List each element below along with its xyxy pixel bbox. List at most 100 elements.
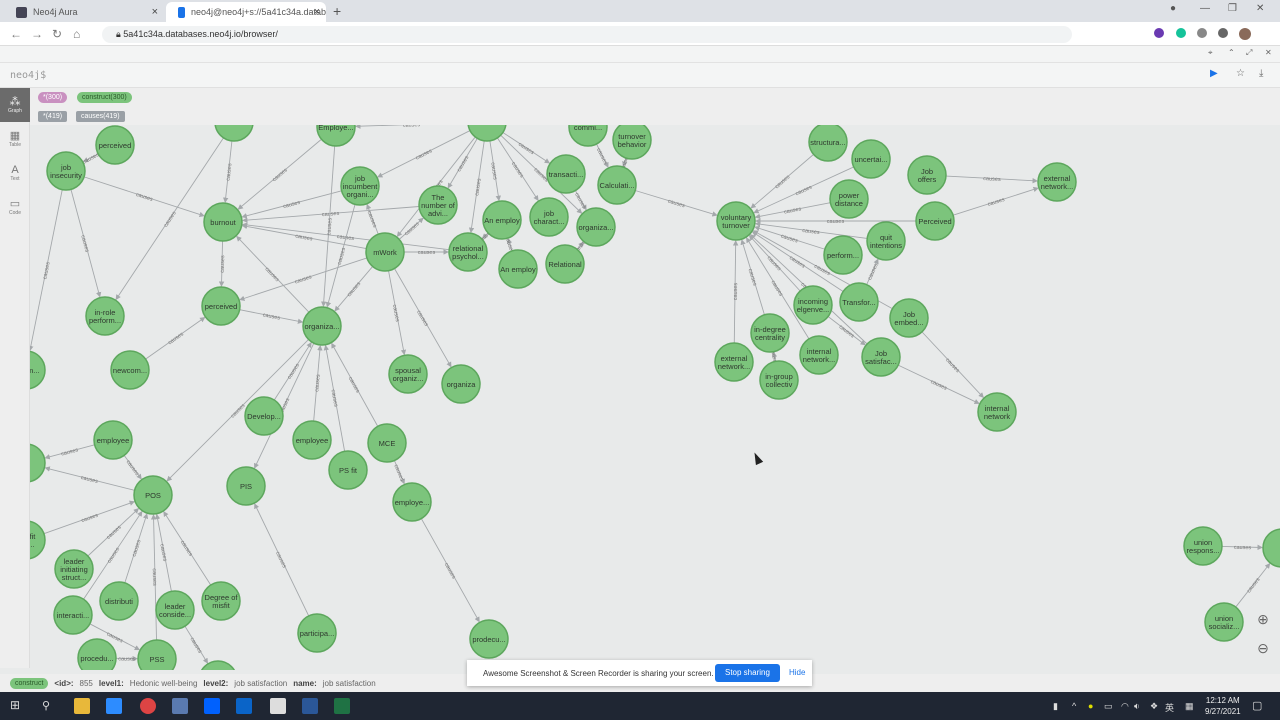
relationship-causes[interactable]: causes xyxy=(236,235,310,313)
relationship-causes[interactable]: causes xyxy=(740,239,765,315)
relationship-causes[interactable]: causes xyxy=(1235,563,1271,608)
grammarly-icon[interactable] xyxy=(1176,28,1186,38)
word-icon[interactable] xyxy=(302,698,318,714)
profile-menu-icon[interactable]: ● xyxy=(1170,3,1176,14)
relationship-causes[interactable]: causes xyxy=(254,503,310,617)
relationship-causes[interactable]: causes xyxy=(184,625,209,664)
graph-node[interactable]: PIS xyxy=(226,466,266,506)
zoom-app-icon[interactable] xyxy=(106,698,122,714)
node-circle[interactable] xyxy=(30,443,46,483)
graph-node[interactable]: The number of advi... xyxy=(418,185,458,225)
relationship-causes[interactable]: causes xyxy=(273,342,312,401)
graph-node[interactable]: relational psychol... xyxy=(448,232,488,272)
graph-node[interactable]: PS fit xyxy=(328,450,368,490)
graph-node[interactable]: incoming elgenve... xyxy=(793,285,833,325)
graph-node[interactable]: Employe... xyxy=(316,125,356,147)
graph-node[interactable]: external network... xyxy=(1037,162,1077,202)
relationship-causes[interactable]: causes xyxy=(218,240,226,287)
graph-node[interactable]: urs-fitgru... xyxy=(30,520,46,560)
graph-node[interactable]: Job satisfac... xyxy=(861,337,901,377)
graph-node[interactable]: organiza... xyxy=(302,306,342,346)
ime-indicator[interactable]: 英 xyxy=(1165,701,1174,714)
clock[interactable]: 12:12 AM 9/27/2021 xyxy=(1205,695,1241,717)
cypher-editor[interactable]: neo4j$ ▶ ☆ ⤓ xyxy=(0,62,1280,88)
relationship-causes[interactable]: causes xyxy=(866,258,880,285)
relationship-causes[interactable]: causes xyxy=(239,309,304,324)
pin-icon[interactable]: ⌖ xyxy=(1208,48,1213,58)
relationship-causes[interactable]: causes xyxy=(313,345,323,422)
relationship-causes[interactable]: causes xyxy=(921,331,984,399)
relationship-causes[interactable]: causes xyxy=(635,190,718,217)
node-circle[interactable] xyxy=(1262,528,1280,568)
view-code-button[interactable]: ▭ Code xyxy=(0,190,30,224)
relationship-causes[interactable]: causes xyxy=(237,138,322,210)
rel-type-causes-pill[interactable]: causes(419) xyxy=(76,111,125,122)
home-icon[interactable]: ⌂ xyxy=(73,27,80,41)
relationship-causes[interactable]: causes xyxy=(30,189,63,352)
tab-neo4j-aura[interactable]: Neo4j Aura × xyxy=(4,2,164,22)
relationship-causes[interactable]: causes xyxy=(321,145,336,307)
graph-node[interactable]: uncertai... xyxy=(851,139,891,179)
keyboard-icon[interactable]: ▦ xyxy=(1185,701,1194,712)
back-icon[interactable]: ← xyxy=(10,27,22,41)
graph-node[interactable]: transacti... xyxy=(546,154,586,194)
relationship-causes[interactable]: causes xyxy=(331,342,379,427)
graph-node[interactable]: perform... xyxy=(823,235,863,275)
relationship-causes[interactable]: causes xyxy=(151,514,157,641)
close-tab-icon[interactable]: × xyxy=(152,6,158,18)
relationship-causes[interactable]: causes xyxy=(392,460,405,485)
forward-icon[interactable]: → xyxy=(31,27,43,41)
relationship-causes[interactable]: causes xyxy=(44,444,95,460)
relationship-causes[interactable]: causes xyxy=(123,455,142,480)
relationship-causes[interactable]: causes xyxy=(83,176,205,217)
download-icon[interactable]: ⤓ xyxy=(1259,68,1263,79)
tray-app-icon[interactable]: ● xyxy=(1088,701,1093,711)
graph-node[interactable]: perceived xyxy=(95,125,135,165)
graph-node[interactable]: power distance xyxy=(829,179,869,219)
dropbox-tray-icon[interactable]: ❖ xyxy=(1150,701,1158,712)
neo4j-desktop-icon[interactable] xyxy=(270,698,286,714)
close-frame-icon[interactable]: ✕ xyxy=(1265,48,1272,57)
url-input[interactable]: 🔒︎ 5a41c34a.databases.neo4j.io/browser/ xyxy=(102,26,1072,43)
graph-node[interactable]: union socializ... xyxy=(1204,602,1244,642)
relationship-causes[interactable]: causes xyxy=(163,511,212,586)
network-icon[interactable]: ▭ xyxy=(1104,701,1113,712)
extension-icon[interactable] xyxy=(1197,28,1207,38)
graph-node[interactable]: organiza... xyxy=(576,207,616,247)
relationship-causes[interactable]: causes xyxy=(497,137,539,202)
graph-node[interactable]: organiza xyxy=(441,364,481,404)
relationship-causes[interactable]: causes xyxy=(366,203,379,235)
relationship-causes[interactable]: causes xyxy=(468,140,485,234)
avatar[interactable] xyxy=(1239,28,1251,40)
new-tab-button[interactable]: + xyxy=(333,3,341,19)
graph-node[interactable]: quit intentions xyxy=(866,221,906,261)
extension-icon[interactable] xyxy=(1154,28,1164,38)
wifi-icon[interactable]: ◠ xyxy=(1121,701,1129,712)
relationship-causes[interactable]: causes xyxy=(502,132,551,164)
view-graph-button[interactable]: ⁂ Graph xyxy=(0,88,30,122)
graph-node[interactable] xyxy=(214,125,254,142)
graph-node[interactable]: in-degree centrality xyxy=(750,313,790,353)
relationship-causes[interactable]: causes xyxy=(447,138,478,189)
graph-node[interactable]: C xyxy=(30,443,46,483)
relationship-causes[interactable]: causes xyxy=(952,186,1039,216)
windows-start-icon[interactable]: ⊞ xyxy=(10,698,20,712)
extensions-puzzle-icon[interactable] xyxy=(1218,28,1228,38)
graph-node[interactable]: procedu... xyxy=(77,638,117,670)
zoom-in-icon[interactable]: ⊕ xyxy=(1253,611,1273,631)
graph-node[interactable]: in-group collectiv xyxy=(759,360,799,400)
graph-node[interactable]: Transfor... xyxy=(839,282,879,322)
node-label-all-pill[interactable]: *(300) xyxy=(38,92,68,103)
stop-sharing-button[interactable]: Stop sharing xyxy=(715,664,780,682)
minimize-button[interactable]: — xyxy=(1200,3,1210,14)
restore-button[interactable]: ❐ xyxy=(1228,3,1237,14)
graph-node[interactable]: external network... xyxy=(714,342,754,382)
relationship-causes[interactable]: causes xyxy=(145,316,206,360)
graph-node[interactable]: MCE xyxy=(367,423,407,463)
rel-type-all-pill[interactable]: *(419) xyxy=(38,111,68,122)
graph-node[interactable] xyxy=(1262,528,1280,568)
graph-node[interactable]: internal network xyxy=(977,392,1017,432)
relationship-causes[interactable]: causes xyxy=(334,266,374,312)
graph-node[interactable]: mWork xyxy=(365,232,405,272)
graph-node[interactable]: commi... xyxy=(568,125,608,147)
